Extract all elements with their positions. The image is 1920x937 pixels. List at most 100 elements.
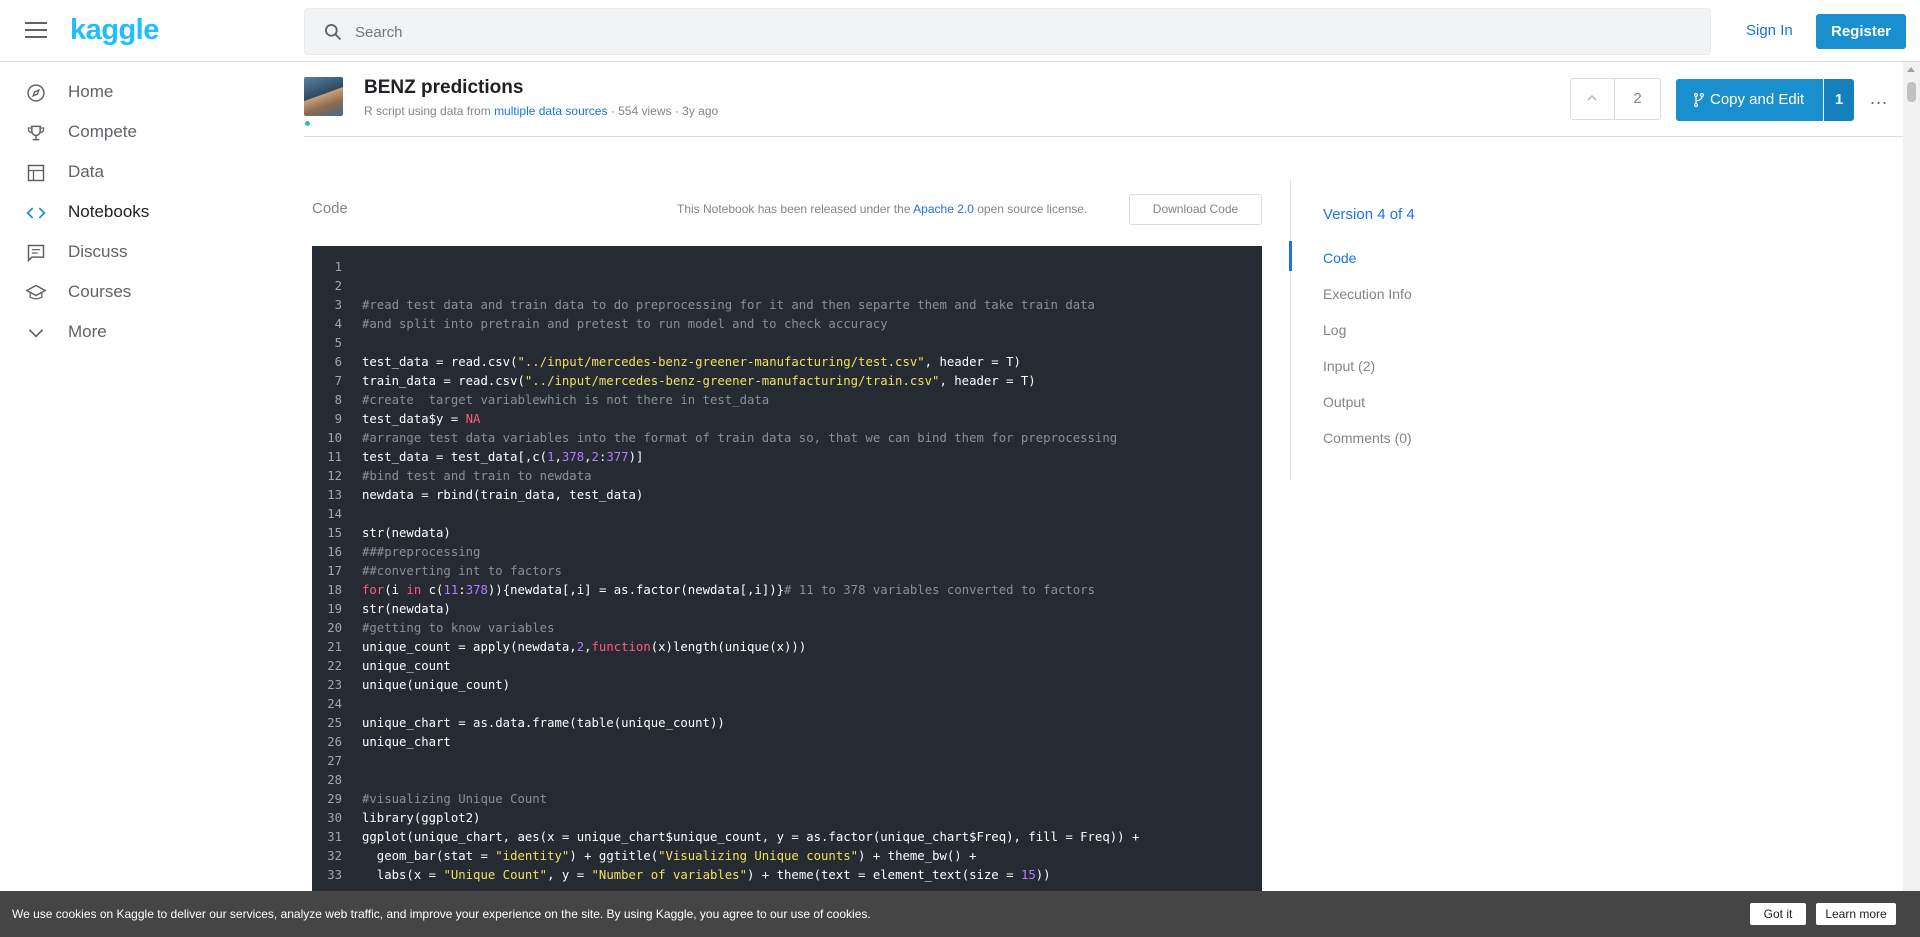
sidebar-item-home[interactable]: Home: [0, 72, 280, 112]
code-line: 28: [312, 771, 1262, 790]
line-number: 22: [327, 659, 342, 673]
notebook-header: BENZ predictions R script using data fro…: [304, 62, 1904, 137]
upvote-button[interactable]: [1571, 79, 1615, 119]
nav-item-input[interactable]: Input (2): [1323, 358, 1375, 374]
sidebar-item-courses[interactable]: Courses: [0, 272, 280, 312]
chevron-up-icon: [1587, 94, 1597, 101]
line-number: 15: [327, 526, 342, 540]
line-text: test_data = test_data[,c(1,378,2:377)]: [362, 450, 644, 464]
line-number: 10: [327, 431, 342, 445]
line-number: 32: [327, 849, 342, 863]
code-line: 30 library(ggplot2): [312, 809, 1262, 828]
sidebar-item-more[interactable]: More: [0, 312, 280, 352]
page-title: BENZ predictions: [364, 77, 524, 98]
sidebar-item-data[interactable]: Data: [0, 152, 280, 192]
code-line: 14: [312, 505, 1262, 524]
code-line: 26 unique_chart: [312, 733, 1262, 752]
line-text: unique(unique_count): [362, 678, 511, 692]
page-scrollbar[interactable]: [1903, 62, 1920, 937]
line-number: 12: [327, 469, 342, 483]
sidebar-item-notebooks[interactable]: Notebooks: [0, 192, 280, 232]
code-lines: 1 2 3 #read test data and train data to do …: [312, 246, 1262, 885]
line-text: unique_chart = as.data.frame(table(uniqu…: [362, 716, 725, 730]
code-line: 21 unique_count = apply(newdata,2,functio…: [312, 638, 1262, 657]
code-line: 5: [312, 334, 1262, 353]
vote-count: 2: [1633, 90, 1642, 107]
search-bar[interactable]: [304, 8, 1711, 55]
line-number: 3: [334, 298, 342, 312]
line-number: 28: [327, 773, 342, 787]
line-number: 25: [327, 716, 342, 730]
license-suffix: open source license.: [977, 202, 1088, 216]
copy-count-badge[interactable]: 1: [1824, 79, 1854, 121]
fork-icon: [1694, 93, 1704, 107]
meta-suffix: · 554 views · 3y ago: [610, 104, 719, 118]
search-icon: [325, 24, 342, 41]
scroll-up-arrow[interactable]: [1907, 67, 1915, 72]
version-label[interactable]: Version 4 of 4: [1323, 206, 1415, 223]
nav-item-code[interactable]: Code: [1323, 250, 1356, 266]
top-bar: kaggle Sign In Register: [0, 0, 1920, 62]
register-button[interactable]: Register: [1816, 14, 1906, 49]
license-notice: This Notebook has been released under th…: [677, 202, 1087, 216]
code-line: 18 for(i in c(11:378)){newdata[,i] = as.f…: [312, 581, 1262, 600]
download-code-button[interactable]: Download Code: [1129, 194, 1262, 225]
nav-item-output[interactable]: Output: [1323, 394, 1365, 410]
sidebar-item-label: Home: [68, 82, 114, 101]
line-text: labs(x = "Unique Count", y = "Number of …: [362, 868, 1051, 882]
line-text: library(ggplot2): [362, 811, 481, 825]
search-input[interactable]: [355, 21, 1655, 43]
line-text: #getting to know variables: [362, 621, 555, 635]
line-number: 4: [334, 317, 342, 331]
line-text: #arrange test data variables into the fo…: [362, 431, 1118, 445]
code-line: 13 newdata = rbind(train_data, test_data): [312, 486, 1262, 505]
line-text: #visualizing Unique Count: [362, 792, 548, 806]
line-text: test_data = read.csv("../input/mercedes-…: [362, 355, 1021, 369]
sign-in-link[interactable]: Sign In: [1746, 22, 1793, 39]
menu-icon[interactable]: [25, 22, 47, 38]
learn-more-button[interactable]: Learn more: [1816, 903, 1896, 925]
code-viewer[interactable]: 1 2 3 #read test data and train data to do …: [312, 246, 1262, 937]
line-number: 33: [327, 868, 342, 882]
sidebar-item-label: Notebooks: [68, 202, 150, 221]
line-text: unique_count = apply(newdata,2,function(…: [362, 640, 807, 654]
line-number: 27: [327, 754, 342, 768]
scroll-thumb[interactable]: [1907, 82, 1916, 102]
data-sources-link[interactable]: multiple data sources: [494, 104, 607, 118]
license-prefix: This Notebook has been released under th…: [677, 202, 911, 216]
line-number: 26: [327, 735, 342, 749]
line-text: #and split into pretrain and pretest to …: [362, 317, 888, 331]
license-link[interactable]: Apache 2.0: [913, 202, 974, 216]
line-number: 24: [327, 697, 342, 711]
code-line: 17 ##converting int to factors: [312, 562, 1262, 581]
sidebar-item-compete[interactable]: Compete: [0, 112, 280, 152]
kaggle-logo[interactable]: kaggle: [70, 14, 159, 47]
got-it-button[interactable]: Got it: [1750, 903, 1806, 925]
sidebar-item-label: Data: [68, 162, 104, 181]
sidebar-item-discuss[interactable]: Discuss: [0, 232, 280, 272]
line-number: 23: [327, 678, 342, 692]
line-text: #read test data and train data to do pre…: [362, 298, 1095, 312]
line-text: str(newdata): [362, 602, 451, 616]
code-line: 25 unique_chart = as.data.frame(table(uni…: [312, 714, 1262, 733]
nav-item-log[interactable]: Log: [1323, 322, 1346, 338]
line-number: 21: [327, 640, 342, 654]
code-line: 19 str(newdata): [312, 600, 1262, 619]
sidebar-item-label: Courses: [68, 282, 132, 301]
online-status-dot: [305, 121, 310, 126]
sidebar-item-label: Discuss: [68, 242, 128, 261]
more-options-icon[interactable]: ...: [1870, 88, 1888, 109]
code-line: 16 ###preprocessing: [312, 543, 1262, 562]
line-text: ##converting int to factors: [362, 564, 562, 578]
line-text: #create target variablewhich is not ther…: [362, 393, 770, 407]
code-line: 27: [312, 752, 1262, 771]
code-line: 3 #read test data and train data to do pr…: [312, 296, 1262, 315]
copy-and-edit-button[interactable]: Copy and Edit: [1676, 79, 1823, 121]
line-number: 2: [334, 279, 342, 293]
line-number: 8: [334, 393, 342, 407]
avatar[interactable]: [304, 77, 343, 116]
nav-item-execution-info[interactable]: Execution Info: [1323, 286, 1412, 302]
compass-icon: [27, 84, 45, 102]
nav-item-comments[interactable]: Comments (0): [1323, 430, 1412, 446]
line-text: unique_count: [362, 659, 451, 673]
